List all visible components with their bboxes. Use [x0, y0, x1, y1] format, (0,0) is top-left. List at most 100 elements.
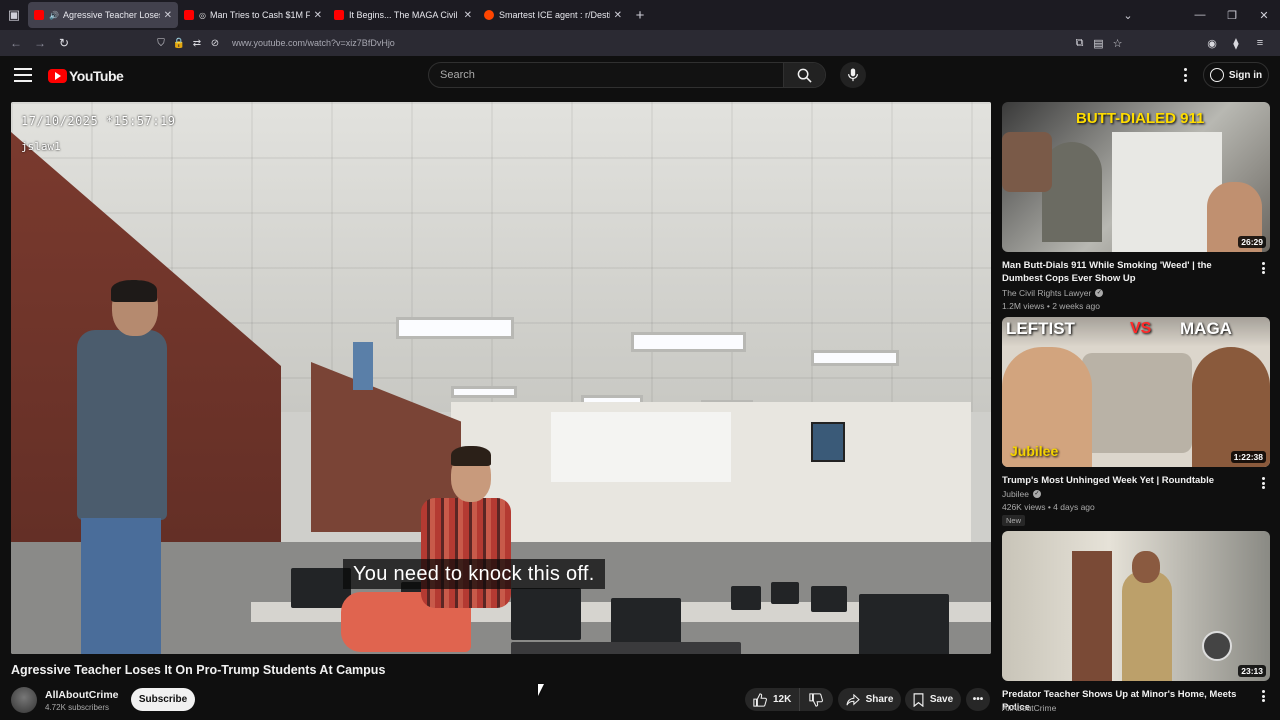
hamburger-menu-icon[interactable] [14, 68, 32, 82]
thumbnail-text-vs: VS [1130, 320, 1152, 337]
tab-title: Agressive Teacher Loses It O [62, 10, 160, 20]
sign-in-label: Sign in [1228, 69, 1263, 81]
video-caption: You need to knock this off. [343, 559, 605, 589]
ceiling-light [811, 350, 899, 366]
action-menu-icon[interactable] [1262, 690, 1266, 702]
user-icon [1209, 68, 1224, 82]
recommended-video[interactable]: BUTT-DIALED 911 26:29 Man Butt-Dials 911… [1002, 102, 1270, 317]
reload-icon[interactable]: ↻ [52, 36, 76, 50]
close-window-icon[interactable]: ✕ [1248, 9, 1280, 22]
url-actions: ⧉ ▤ ☆ [1070, 30, 1127, 56]
video-person-teacher [67, 280, 177, 654]
channel-name: The Civil Rights Lawyer [1002, 288, 1092, 298]
voice-search-button[interactable] [840, 62, 866, 88]
video-thumbnail[interactable]: 23:13 [1002, 531, 1270, 681]
muted-icon[interactable]: ◎ [199, 11, 206, 20]
recommended-video[interactable]: 23:13 Predator Teacher Shows Up at Minor… [1002, 531, 1270, 720]
browser-tab-3[interactable]: It Begins... The MAGA Civil War ✕ [328, 2, 478, 28]
ceiling-light [396, 317, 514, 339]
microphone-icon [848, 68, 858, 82]
video-scene-whiteboard [551, 412, 731, 482]
save-label: Save [929, 694, 954, 705]
action-menu-icon[interactable] [1262, 262, 1266, 274]
like-count: 12K [773, 694, 792, 705]
window-controls: ⌄ — ❐ ✕ [1112, 0, 1280, 30]
channel-name: Jubilee [1002, 489, 1029, 499]
tab-overflow-chevron-icon[interactable]: ⌄ [1112, 9, 1144, 22]
new-tab-icon[interactable]: + [628, 7, 652, 24]
browser-nav-bar: ← → ↻ ⛉ 🔒 ⇄ ⊘ www.youtube.com/watch?v=xi… [0, 30, 1280, 56]
video-thumbnail[interactable]: BUTT-DIALED 911 26:29 [1002, 102, 1270, 252]
permissions-icon[interactable]: ⇄ [188, 38, 206, 49]
youtube-header: YouTube Search Sign in [0, 56, 1280, 96]
url-text[interactable]: www.youtube.com/watch?v=xiz7BfDvHjo [232, 38, 395, 48]
like-button[interactable]: 12K [745, 688, 801, 711]
close-tab-icon[interactable]: ✕ [164, 10, 172, 21]
search-box[interactable]: Search [428, 62, 826, 88]
recommended-video[interactable]: LEFTIST VS MAGA Jubilee 1:22:38 Trump's … [1002, 317, 1270, 527]
shield-icon[interactable]: ⛉ [152, 38, 170, 49]
tracking-icon[interactable]: ⊘ [206, 38, 224, 49]
share-button[interactable]: Share [838, 688, 901, 711]
url-bar[interactable]: ⛉ 🔒 ⇄ ⊘ www.youtube.com/watch?v=xiz7BfDv… [152, 32, 1092, 54]
account-icon[interactable]: ◉ [1200, 37, 1224, 50]
settings-more-icon[interactable] [1178, 66, 1192, 84]
close-tab-icon[interactable]: ✕ [464, 10, 472, 21]
thumbs-down-icon [809, 692, 824, 707]
search-input[interactable]: Search [429, 63, 783, 87]
speaker-icon[interactable]: 🔊 [49, 11, 59, 20]
more-horizontal-icon: ••• [972, 694, 984, 705]
action-menu-icon[interactable] [1262, 477, 1266, 489]
channel-name[interactable]: AllAboutCrime [45, 689, 119, 701]
youtube-icon [184, 10, 194, 20]
menu-icon[interactable]: ≡ [1248, 37, 1272, 49]
thumbs-up-icon [753, 692, 767, 707]
video-scene-window [353, 342, 373, 390]
search-button[interactable] [783, 63, 825, 87]
bookmark-icon [913, 692, 924, 707]
screenshot-icon[interactable]: ⧉ [1070, 37, 1089, 50]
thumbnail-text: BUTT-DIALED 911 [1076, 110, 1205, 127]
channel-subscribers: 4.72K subscribers [45, 703, 110, 712]
subscribe-button[interactable]: Subscribe [131, 688, 195, 711]
tab-title: Man Tries to Cash $1M Fra [209, 10, 310, 20]
video-duration: 26:29 [1238, 236, 1266, 248]
browser-tab-2[interactable]: ◎ Man Tries to Cash $1M Fra ✕ [178, 2, 328, 28]
recommended-title[interactable]: Man Butt-Dials 911 While Smoking 'Weed' … [1002, 259, 1254, 285]
channel-avatar[interactable] [11, 687, 37, 713]
extensions-icon[interactable]: ⧫ [1224, 37, 1248, 50]
dislike-button[interactable] [800, 692, 832, 707]
reader-view-icon[interactable]: ▤ [1089, 37, 1108, 50]
share-label: Share [865, 694, 894, 705]
browser-tab-1[interactable]: 🔊 Agressive Teacher Loses It O ✕ [28, 2, 178, 28]
recommended-meta: 1.2M views • 2 weeks ago [1002, 301, 1100, 311]
close-tab-icon[interactable]: ✕ [314, 10, 322, 21]
bookmark-star-icon[interactable]: ☆ [1108, 37, 1127, 50]
sign-in-button[interactable]: Sign in [1203, 62, 1269, 88]
recommended-channel[interactable]: Jubilee ✓ [1002, 489, 1041, 499]
video-scene-picture [811, 422, 845, 462]
tab-title: Smartest ICE agent : r/Destiny [499, 10, 610, 20]
lock-icon[interactable]: 🔒 [170, 38, 188, 49]
recommended-channel[interactable]: The Civil Rights Lawyer ✓ [1002, 288, 1104, 298]
youtube-logo[interactable]: YouTube [48, 68, 124, 84]
browser-tab-4[interactable]: Smartest ICE agent : r/Destiny ✕ [478, 2, 628, 28]
channel-name: AllAboutCrime [1002, 703, 1057, 713]
youtube-icon [34, 10, 44, 20]
forward-icon[interactable]: → [28, 36, 52, 50]
more-actions-button[interactable]: ••• [966, 688, 990, 711]
video-thumbnail[interactable]: LEFTIST VS MAGA Jubilee 1:22:38 [1002, 317, 1270, 467]
ceiling-light [631, 332, 746, 352]
video-duration: 1:22:38 [1230, 451, 1266, 463]
close-tab-icon[interactable]: ✕ [614, 10, 622, 21]
tab-list-icon[interactable]: ▣ [0, 0, 28, 30]
save-button[interactable]: Save [905, 688, 961, 711]
recommended-title[interactable]: Trump's Most Unhinged Week Yet | Roundta… [1002, 474, 1254, 487]
back-icon[interactable]: ← [4, 36, 28, 50]
minimize-icon[interactable]: — [1184, 9, 1216, 21]
thumbnail-text-right: MAGA [1180, 319, 1232, 338]
maximize-icon[interactable]: ❐ [1216, 9, 1248, 22]
recommended-channel[interactable]: AllAboutCrime [1002, 703, 1056, 713]
video-player[interactable]: 17/10/2025 *15:57:19 jslaw1 You need to … [11, 102, 991, 654]
thumbnail-brand: Jubilee [1010, 443, 1059, 459]
